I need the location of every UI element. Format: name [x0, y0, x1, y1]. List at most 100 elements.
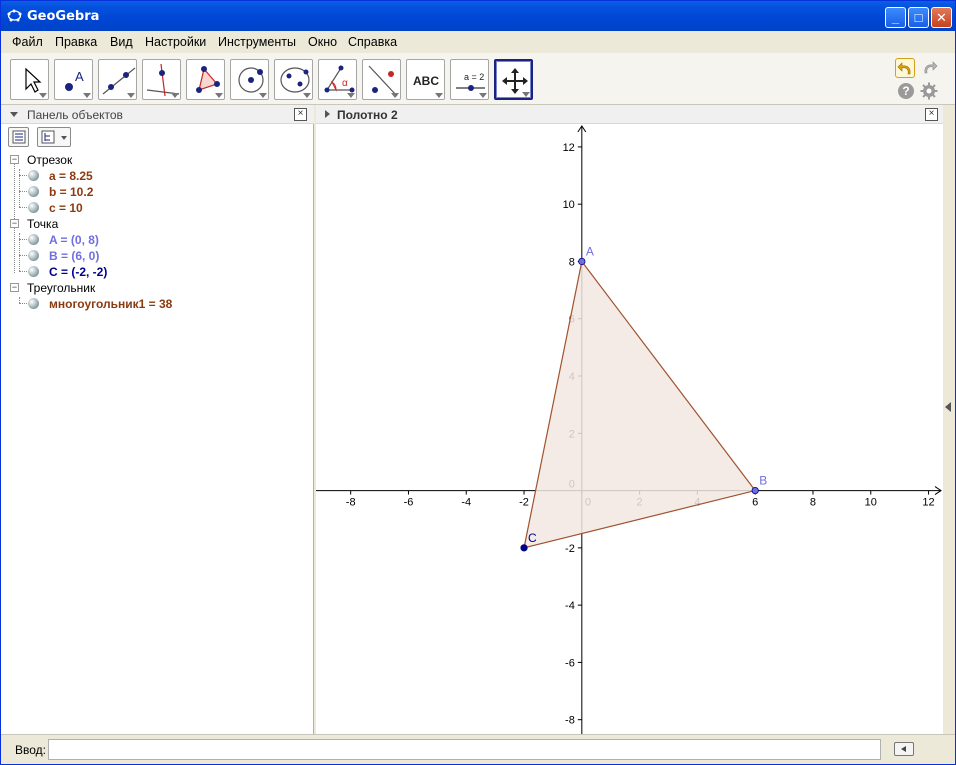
y-tick-label: -8 [565, 715, 575, 727]
perpendicular-tool-button[interactable] [142, 59, 181, 100]
close-algebra-panel-icon[interactable]: × [294, 108, 307, 121]
x-tick-label: 6 [752, 497, 758, 509]
tree-sort-icon [41, 130, 67, 144]
menu-view[interactable]: Вид [110, 35, 133, 49]
point-B[interactable] [751, 486, 759, 495]
menu-file[interactable]: Файл [12, 35, 43, 49]
group-label: Точка [27, 217, 59, 231]
x-tick-label: 12 [922, 497, 934, 509]
slider-tool-button[interactable]: a = 2 [450, 59, 489, 100]
menu-edit[interactable]: Правка [55, 35, 97, 49]
algebra-panel: Панель объектов × − Отрезок a = 8.25 b =… [1, 105, 314, 734]
gear-icon[interactable] [920, 82, 938, 100]
group-label: Отрезок [27, 153, 73, 167]
undo-button[interactable] [895, 58, 915, 78]
svg-text:A: A [75, 69, 84, 84]
graphics-view: Полотно 2 × -8-6-4-2024681012-8-6-4-2246… [316, 105, 943, 734]
close-button[interactable]: ✕ [931, 7, 952, 28]
title-bar[interactable]: GeoGebra _ □ ✕ [1, 1, 955, 31]
point-C[interactable] [520, 544, 528, 552]
input-label: Ввод: [15, 743, 46, 757]
maximize-button[interactable]: □ [908, 7, 929, 28]
geogebra-window: GeoGebra _ □ ✕ Файл Правка Вид Настройки… [0, 0, 956, 765]
menu-tools[interactable]: Инструменты [218, 35, 296, 49]
input-help-button[interactable] [894, 742, 914, 756]
circle-tool-button[interactable] [230, 59, 269, 100]
toolbar: A α ABC a = 2 [1, 53, 955, 105]
point-label-C: C [528, 531, 537, 545]
triangle-left-icon [901, 746, 906, 752]
point-label-A: A [586, 244, 594, 258]
y-tick-label: 8 [569, 256, 575, 268]
graphics-canvas[interactable]: -8-6-4-2024681012-8-6-4-2246810120ABC [316, 124, 943, 734]
point-label-B: B [759, 474, 767, 488]
visibility-toggle-icon[interactable] [28, 170, 39, 181]
x-tick-label: -6 [404, 497, 414, 509]
point-A[interactable] [578, 257, 586, 266]
y-tick-label: 10 [563, 199, 575, 211]
conic-tool-button[interactable] [274, 59, 313, 100]
menu-window[interactable]: Окно [308, 35, 337, 49]
menu-settings[interactable]: Настройки [145, 35, 206, 49]
x-tick-label: -8 [346, 497, 356, 509]
polygon-tool-button[interactable] [186, 59, 225, 100]
y-tick-label: -2 [565, 543, 575, 555]
redo-arrow-icon [924, 61, 938, 74]
reflect-tool-button[interactable] [362, 59, 401, 100]
x-tick-label: -4 [461, 497, 471, 509]
object-item[interactable]: A = (0, 8) [49, 233, 99, 249]
angle-tool-button[interactable]: α [318, 59, 357, 100]
x-tick-label: 8 [810, 497, 816, 509]
move-view-tool-button[interactable] [494, 59, 533, 100]
text-tool-button[interactable]: ABC [406, 59, 445, 100]
x-tick-label: 10 [865, 497, 877, 509]
expand-sidebar-icon[interactable] [945, 402, 951, 412]
y-tick-label: -4 [565, 600, 575, 612]
window-title: GeoGebra [27, 9, 100, 24]
expand-triangle-icon[interactable] [325, 110, 330, 118]
visibility-toggle-icon[interactable] [28, 250, 39, 261]
algebra-panel-title: Панель объектов [27, 108, 123, 122]
collapse-group-icon[interactable]: − [10, 219, 19, 228]
visibility-toggle-icon[interactable] [28, 202, 39, 213]
graphics-view-title: Полотно 2 [337, 108, 398, 122]
object-item[interactable]: c = 10 [49, 201, 83, 217]
triangle-polygon [523, 260, 757, 549]
algebra-panel-header: Панель объектов × [1, 105, 314, 124]
close-graphics-view-icon[interactable]: × [925, 108, 938, 121]
line-tool-button[interactable] [98, 59, 137, 100]
x-tick-label: -2 [519, 497, 529, 509]
y-tick-label: 12 [563, 142, 575, 154]
visibility-toggle-icon[interactable] [28, 186, 39, 197]
undo-arrow-icon [897, 62, 911, 75]
text-tool-label: ABC [413, 74, 439, 88]
group-label: Треугольник [27, 281, 96, 295]
graphics-view-header: Полотно 2 × [316, 105, 943, 124]
object-item[interactable]: a = 8.25 [49, 169, 93, 185]
move-tool-button[interactable] [10, 59, 49, 100]
object-item[interactable]: C = (-2, -2) [49, 265, 107, 281]
list-view-icon [12, 130, 26, 144]
sort-mode-dropdown[interactable] [37, 127, 71, 147]
menu-help[interactable]: Справка [348, 35, 397, 49]
help-icon[interactable]: ? [898, 83, 914, 99]
visibility-toggle-icon[interactable] [28, 266, 39, 277]
y-tick-label: -6 [565, 657, 575, 669]
point-tool-button[interactable]: A [54, 59, 93, 100]
command-input[interactable] [48, 739, 881, 760]
object-item[interactable]: B = (6, 0) [49, 249, 99, 265]
visibility-toggle-icon[interactable] [28, 234, 39, 245]
collapse-group-icon[interactable]: − [10, 155, 19, 164]
side-collapse-strip [943, 105, 955, 734]
input-bar: Ввод: [1, 734, 955, 764]
visibility-toggle-icon[interactable] [28, 298, 39, 309]
object-item[interactable]: b = 10.2 [49, 185, 93, 201]
minimize-button[interactable]: _ [885, 7, 906, 28]
collapse-group-icon[interactable]: − [10, 283, 19, 292]
object-item[interactable]: многоугольник1 = 38 [49, 297, 172, 313]
collapse-triangle-icon[interactable] [10, 112, 18, 117]
slider-tool-label: a = 2 [464, 72, 484, 82]
redo-button[interactable] [919, 58, 939, 78]
menu-bar: Файл Правка Вид Настройки Инструменты Ок… [1, 31, 955, 53]
auxiliary-objects-toggle[interactable] [8, 127, 29, 147]
